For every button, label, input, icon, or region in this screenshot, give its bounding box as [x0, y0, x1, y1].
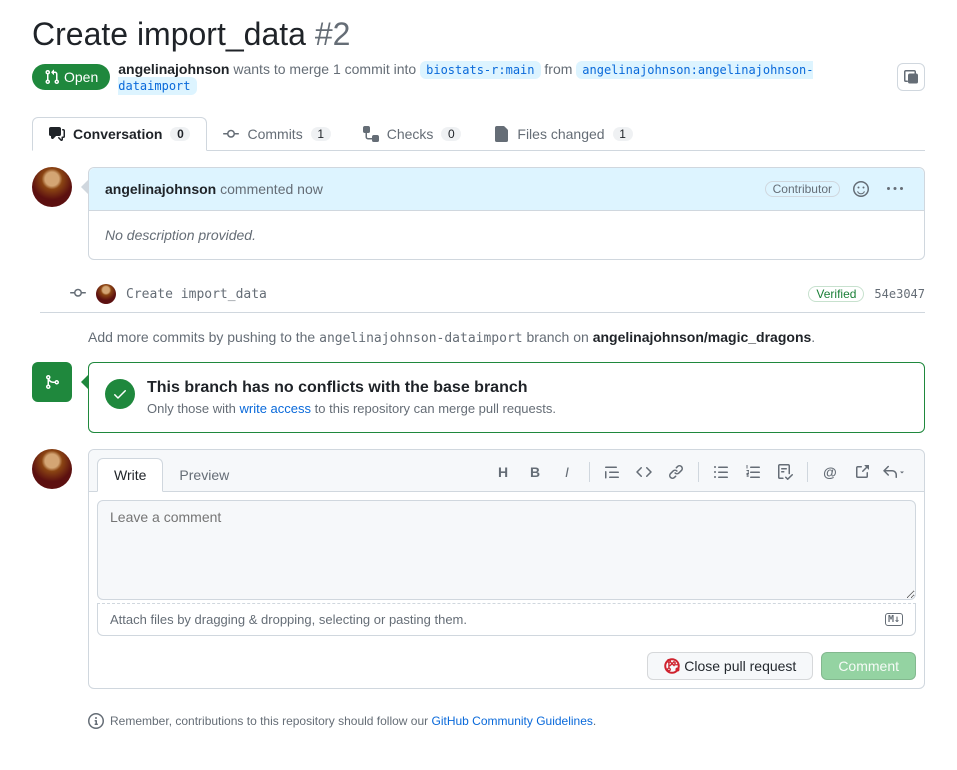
commit-icon: [70, 285, 86, 304]
ol-icon[interactable]: [739, 460, 767, 484]
ul-icon[interactable]: [707, 460, 735, 484]
pr-meta: Open angelinajohnson wants to merge 1 co…: [32, 61, 925, 93]
comment-box: angelinajohnson commented now Contributo…: [88, 167, 925, 260]
comment-author[interactable]: angelinajohnson: [105, 181, 216, 197]
comment-textarea[interactable]: [97, 500, 916, 600]
react-icon[interactable]: [848, 176, 874, 202]
tab-write[interactable]: Write: [97, 458, 163, 492]
copy-button[interactable]: [897, 63, 925, 91]
code-icon[interactable]: [630, 460, 658, 484]
bold-icon[interactable]: B: [521, 460, 549, 484]
close-pr-button[interactable]: Close pull request: [647, 652, 813, 680]
markdown-icon[interactable]: M↓: [885, 613, 903, 626]
avatar[interactable]: [96, 284, 116, 304]
crossref-icon[interactable]: [848, 460, 876, 484]
comment-button[interactable]: Comment: [821, 652, 916, 680]
tab-files[interactable]: Files changed 1: [477, 117, 648, 150]
commit-message[interactable]: Create import_data: [126, 287, 798, 302]
avatar[interactable]: [32, 167, 72, 207]
tab-conversation[interactable]: Conversation 0: [32, 117, 207, 151]
pr-author[interactable]: angelinajohnson: [118, 61, 229, 77]
pr-title: Create import_data #2: [32, 16, 925, 53]
push-info: Add more commits by pushing to the angel…: [88, 313, 925, 362]
write-access-link[interactable]: write access: [240, 401, 312, 416]
mention-icon[interactable]: @: [816, 460, 844, 484]
tab-preview[interactable]: Preview: [163, 459, 245, 491]
pr-tabs: Conversation 0 Commits 1 Checks 0 Files …: [32, 117, 925, 151]
avatar[interactable]: [32, 449, 72, 489]
italic-icon[interactable]: I: [553, 460, 581, 484]
check-icon: [105, 379, 135, 409]
guidelines-link[interactable]: GitHub Community Guidelines: [432, 714, 593, 728]
base-branch[interactable]: biostats-r:main: [420, 61, 540, 79]
state-badge: Open: [32, 64, 110, 90]
tab-checks[interactable]: Checks 0: [347, 117, 478, 150]
merge-icon: [32, 362, 72, 402]
link-icon[interactable]: [662, 460, 690, 484]
reply-icon[interactable]: [880, 460, 908, 484]
role-badge: Contributor: [765, 181, 840, 197]
tab-commits[interactable]: Commits 1: [207, 117, 346, 150]
kebab-icon[interactable]: [882, 176, 908, 202]
comment-body: No description provided.: [89, 211, 924, 259]
commit-sha[interactable]: 54e3047: [874, 287, 925, 301]
verified-badge[interactable]: Verified: [808, 286, 864, 302]
attach-area[interactable]: Attach files by dragging & dropping, sel…: [97, 603, 916, 636]
task-icon[interactable]: [771, 460, 799, 484]
comment-editor: Write Preview H B I: [88, 449, 925, 689]
footer-note: Remember, contributions to this reposito…: [88, 705, 925, 737]
merge-status: This branch has no conflicts with the ba…: [88, 362, 925, 433]
commit-row: Create import_data Verified 54e3047: [40, 276, 925, 313]
quote-icon[interactable]: [598, 460, 626, 484]
heading-icon[interactable]: H: [489, 460, 517, 484]
